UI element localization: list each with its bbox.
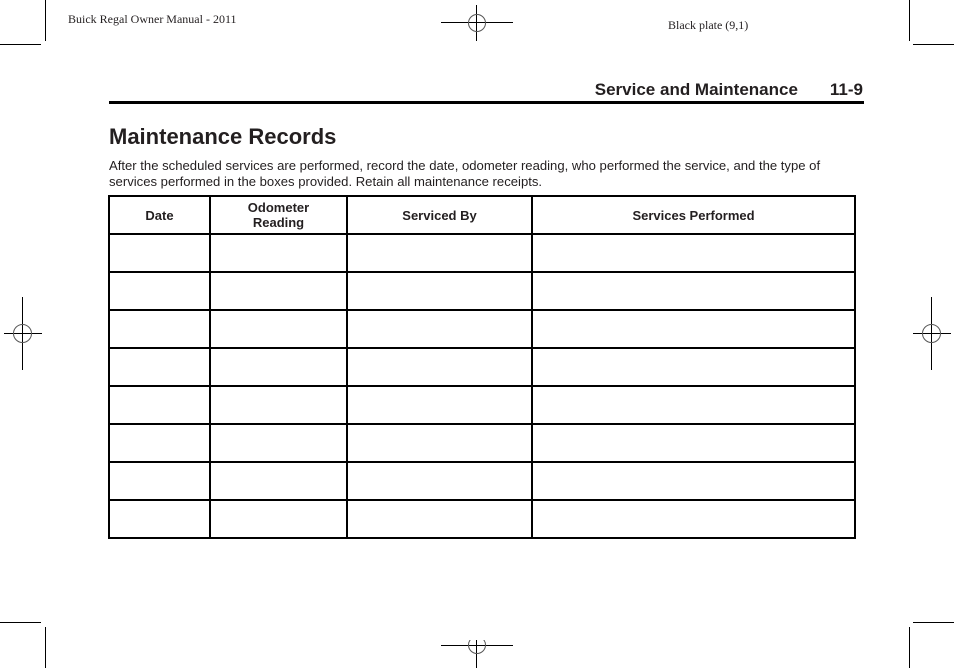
table-row (108, 461, 856, 501)
cell-date (108, 499, 211, 539)
print-slug-plate: Black plate (9,1) (668, 18, 749, 32)
maintenance-records-table: Date Odometer Reading Serviced By Servic… (108, 195, 856, 539)
cell-services-performed (531, 461, 856, 501)
cell-odometer-reading (209, 385, 348, 425)
cell-odometer-reading (209, 309, 348, 349)
table-row (108, 347, 856, 387)
column-header-date: Date (108, 195, 211, 235)
crop-mark-line (0, 44, 41, 45)
cell-odometer-reading (209, 423, 348, 463)
table-row (108, 423, 856, 463)
column-header-odometer-reading: Odometer Reading (209, 195, 348, 235)
cell-date (108, 233, 211, 273)
cell-serviced-by (346, 347, 533, 387)
table-row (108, 385, 856, 425)
cell-services-performed (531, 499, 856, 539)
registration-target-left-icon (4, 297, 42, 370)
column-header-label: Date (145, 207, 174, 223)
cell-services-performed (531, 271, 856, 311)
table-row (108, 499, 856, 539)
running-head: Service and Maintenance 11-9 (0, 80, 863, 100)
cell-serviced-by (346, 499, 533, 539)
crop-mark-line (913, 622, 954, 623)
cell-odometer-reading (209, 499, 348, 539)
cell-serviced-by (346, 233, 533, 273)
cell-date (108, 385, 211, 425)
cell-serviced-by (346, 423, 533, 463)
cell-date (108, 461, 211, 501)
cell-odometer-reading (209, 347, 348, 387)
header-rule (109, 101, 864, 104)
registration-target-right-icon (913, 297, 951, 370)
intro-paragraph: After the scheduled services are perform… (109, 158, 821, 189)
cell-odometer-reading (209, 461, 348, 501)
column-header-services-performed: Services Performed (531, 195, 856, 235)
column-header-label: Odometer (247, 200, 310, 215)
cell-date (108, 423, 211, 463)
crop-mark-line (909, 0, 910, 41)
cell-date (108, 271, 211, 311)
table-header-row: Date Odometer Reading Serviced By Servic… (108, 195, 856, 235)
page-title: Maintenance Records (109, 124, 337, 149)
running-head-section: Service and Maintenance (594, 80, 798, 99)
column-header-label: Serviced By (402, 207, 477, 223)
cell-serviced-by (346, 461, 533, 501)
table-body (108, 233, 856, 539)
column-header-label-line2: Reading (252, 215, 305, 230)
cell-date (108, 347, 211, 387)
crop-mark-line (45, 627, 46, 668)
cell-odometer-reading (209, 233, 348, 273)
table-row (108, 271, 856, 311)
print-slug-manual-title: Buick Regal Owner Manual - 2011 (68, 12, 237, 26)
column-header-label: Services Performed (632, 207, 755, 223)
cell-services-performed (531, 423, 856, 463)
cell-services-performed (531, 385, 856, 425)
registration-target-bottom-icon (441, 640, 513, 668)
cell-date (108, 309, 211, 349)
cell-services-performed (531, 309, 856, 349)
cell-services-performed (531, 347, 856, 387)
page-number: 11-9 (829, 80, 863, 99)
crop-mark-line (909, 627, 910, 668)
crop-mark-line (0, 622, 41, 623)
crop-mark-line (45, 0, 46, 41)
column-header-serviced-by: Serviced By (346, 195, 533, 235)
table-row (108, 233, 856, 273)
crop-mark-line (913, 44, 954, 45)
cell-services-performed (531, 233, 856, 273)
cell-serviced-by (346, 385, 533, 425)
cell-odometer-reading (209, 271, 348, 311)
cell-serviced-by (346, 271, 533, 311)
cell-serviced-by (346, 309, 533, 349)
registration-target-top-icon (441, 5, 513, 41)
table-row (108, 309, 856, 349)
